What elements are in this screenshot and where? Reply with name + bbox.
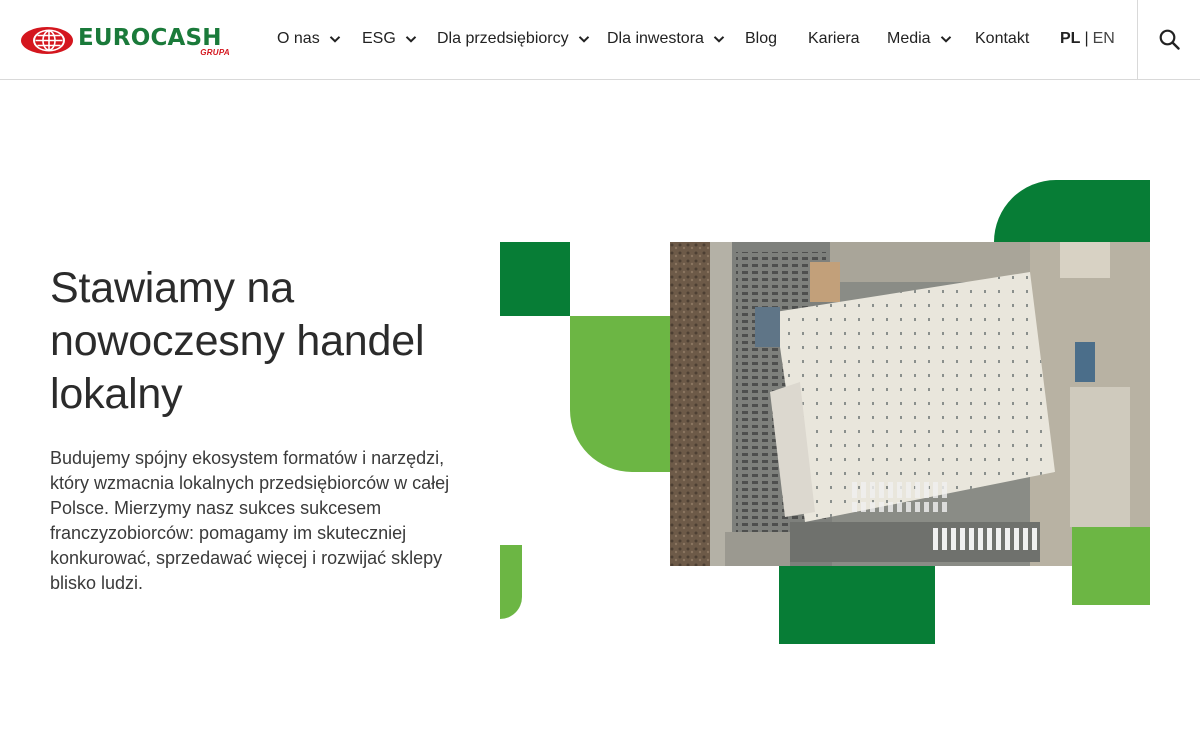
chevron-down-icon (940, 36, 951, 43)
search-button[interactable] (1137, 0, 1200, 79)
nav-label: ESG (362, 30, 396, 47)
chevron-down-icon (578, 36, 589, 43)
nav-label: Dla przedsiębiorcy (437, 30, 569, 47)
nav-item-dla-inwestora[interactable]: Dla inwestora (607, 29, 725, 49)
search-icon (1159, 29, 1180, 50)
nav-label: Kontakt (975, 30, 1030, 47)
nav-item-media[interactable]: Media (887, 29, 952, 49)
nav-label: Media (887, 30, 931, 47)
nav-item-blog[interactable]: Blog (745, 29, 777, 49)
nav-item-kariera[interactable]: Kariera (808, 29, 860, 49)
chevron-down-icon (713, 36, 725, 43)
globe-logo-icon (21, 27, 73, 54)
language-switcher: PL | EN (1060, 29, 1115, 49)
warehouse-aerial-photo (670, 242, 1150, 566)
nav-item-o-nas[interactable]: O nas (277, 29, 341, 49)
chevron-down-icon (329, 36, 340, 43)
decor-shape-light-right (1072, 527, 1150, 605)
decor-shape-dark-square (500, 242, 570, 316)
nav-label: O nas (277, 30, 320, 47)
site-header: EUROCASH GRUPA O nas ESG Dla przedsiębio… (0, 0, 1200, 80)
nav-label: Kariera (808, 30, 860, 47)
eurocash-logo[interactable]: EUROCASH GRUPA (20, 24, 232, 58)
nav-label: Blog (745, 30, 778, 47)
language-pl[interactable]: PL (1060, 30, 1080, 48)
language-separator: | (1084, 30, 1089, 47)
logo-subtitle: GRUPA (200, 48, 230, 57)
nav-item-esg[interactable]: ESG (362, 29, 417, 49)
language-en[interactable]: EN (1093, 30, 1115, 48)
chevron-down-icon (405, 36, 416, 43)
nav-label: Dla inwestora (607, 30, 704, 47)
decor-shape-light-small (500, 545, 522, 619)
nav-item-dla-przedsiebiorcy[interactable]: Dla przedsiębiorcy (437, 29, 590, 49)
decor-shape-dark-bottom (779, 566, 935, 644)
nav-item-kontakt[interactable]: Kontakt (975, 29, 1029, 49)
hero-description: Budujemy spójny ekosystem formatów i nar… (50, 448, 450, 593)
hero-title: Stawiamy na nowoczesny handel lokalny (50, 264, 425, 418)
decor-shape-dark-rounded (994, 180, 1150, 242)
